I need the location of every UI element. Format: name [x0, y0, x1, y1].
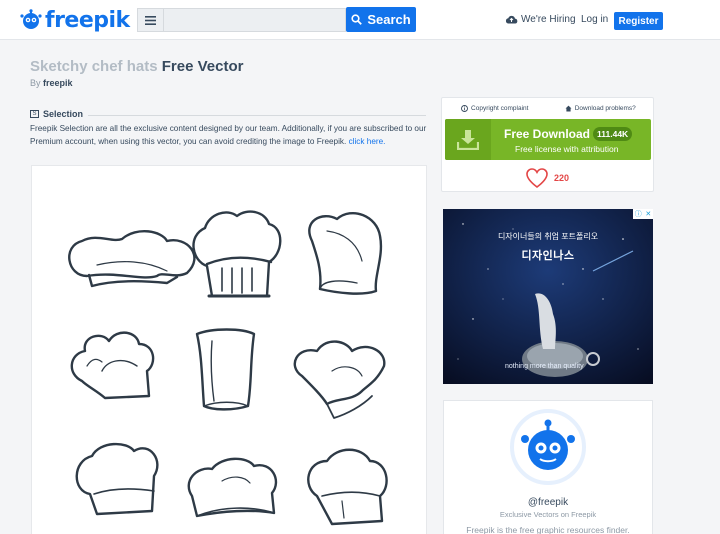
search-button-label: Search: [367, 12, 411, 27]
download-problems-link[interactable]: Download problems?: [548, 98, 654, 118]
download-title: Free Download: [504, 127, 591, 141]
info-icon: [461, 104, 468, 112]
ad-info-icon: ⓘ: [634, 211, 642, 218]
search-icon: [351, 14, 363, 25]
title-muted: Sketchy chef hats: [30, 58, 158, 75]
chef-hats-illustration: [68, 210, 388, 526]
copyright-label: Copyright complaint: [471, 104, 529, 112]
search-button[interactable]: Search: [346, 7, 416, 32]
ad-close-icon: ✕: [645, 211, 652, 218]
like-count: 220: [554, 173, 570, 183]
search-input[interactable]: [164, 8, 346, 32]
chef-hat-4: [70, 331, 155, 400]
chef-hat-6: [293, 340, 386, 419]
author-tagline: Exclusive Vectors on Freepik: [499, 510, 597, 519]
by-label: By: [30, 78, 41, 88]
hamburger-icon: [145, 15, 156, 25]
top-navigation-bar: freepik Search We're Hiring Log in Regis…: [0, 0, 720, 40]
selection-label: Selection: [43, 109, 84, 119]
byline: By freepik: [30, 78, 73, 88]
selection-header: S Selection: [30, 109, 426, 119]
download-count-badge: 111.44K: [593, 127, 633, 141]
download-card: Copyright complaint Download problems? F…: [441, 97, 654, 192]
hiring-link[interactable]: We're Hiring: [505, 14, 576, 25]
author-link[interactable]: freepik: [43, 78, 73, 88]
login-link[interactable]: Log in: [581, 14, 608, 25]
freepik-robot-icon: [20, 9, 42, 29]
chef-hat-3: [308, 211, 383, 295]
title-strong: Free Vector: [161, 58, 244, 75]
freepik-robot-icon: [521, 419, 575, 470]
author-description: Freepik is the free graphic resources fi…: [466, 525, 630, 534]
ad-title: 디자이너들의 취업 포트폴리오: [497, 232, 599, 241]
heart-icon: [526, 168, 548, 188]
vector-preview-image[interactable]: [31, 165, 427, 534]
hiring-label: We're Hiring: [521, 14, 576, 25]
chef-hat-8: [187, 457, 278, 518]
ad-choices[interactable]: ⓘ ✕: [633, 209, 653, 219]
download-card-links: Copyright complaint Download problems?: [442, 98, 653, 118]
download-icon: [457, 129, 479, 150]
chef-hat-1: [68, 230, 196, 288]
menu-button[interactable]: [137, 8, 164, 32]
ad-brand: 디자인나스: [521, 250, 575, 262]
register-button[interactable]: Register: [614, 12, 663, 30]
avatar[interactable]: [510, 409, 586, 485]
download-icon-box: [445, 119, 491, 160]
selection-icon: S: [30, 110, 39, 118]
click-here-link[interactable]: click here.: [349, 137, 386, 146]
author-handle[interactable]: @freepik: [444, 497, 652, 508]
free-download-button[interactable]: Free Download 111.44K Free license with …: [445, 119, 651, 160]
author-card: @freepik Exclusive Vectors on Freepik Fr…: [443, 400, 653, 534]
ad-tagline: nothing more than quality: [505, 363, 584, 370]
copyright-complaint-link[interactable]: Copyright complaint: [442, 98, 548, 118]
page-title: Sketchy chef hats Free Vector: [30, 58, 243, 75]
chef-hat-7: [75, 442, 159, 516]
cloud-icon: [505, 15, 518, 24]
advertisement-banner[interactable]: ⓘ ✕ 디자이너들의 취업 포트폴리오 디자인나스 nothing more t…: [443, 209, 653, 384]
home-icon: [565, 105, 572, 111]
like-button[interactable]: 220: [526, 168, 569, 188]
license-label: Free license with attribution: [515, 144, 619, 154]
download-problems-label: Download problems?: [574, 104, 636, 112]
logo-text: freepik: [45, 7, 130, 33]
chef-hat-5: [195, 328, 256, 411]
divider: [88, 115, 426, 116]
freepik-logo[interactable]: freepik: [20, 6, 130, 34]
selection-description: Freepik Selection are all the exclusive …: [30, 123, 430, 148]
chef-hat-2: [192, 210, 282, 298]
chef-hat-9: [307, 448, 388, 526]
